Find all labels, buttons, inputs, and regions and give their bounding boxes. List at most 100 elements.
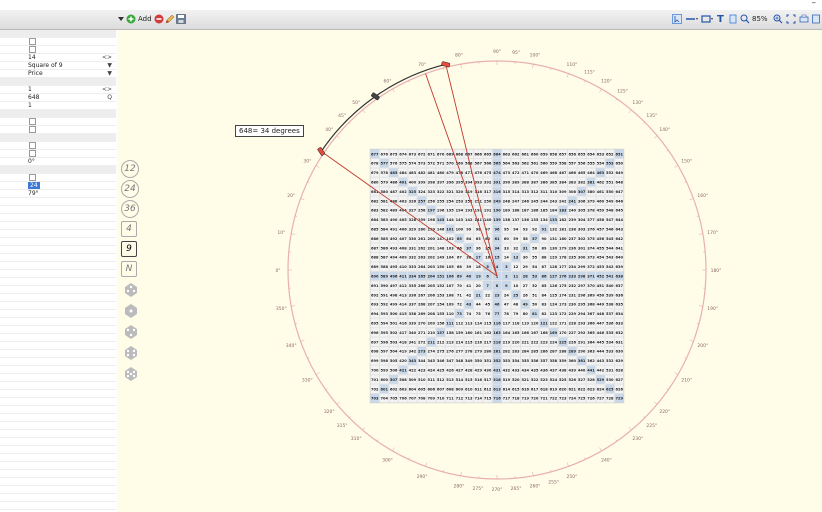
grid-number: 350 [474,359,482,363]
property-checkbox[interactable] [29,38,36,45]
grid-number: 703 [371,397,379,401]
grid-number: 545 [606,237,614,241]
property-checkbox[interactable] [29,46,36,53]
grid-number: 142 [465,218,473,222]
fit-icon [786,14,796,24]
grid-number: 202 [427,256,435,260]
grid-number: 516 [474,378,482,382]
delete-button[interactable] [154,13,164,25]
property-row[interactable]: 0° [0,158,116,166]
grid-number: 536 [606,322,614,326]
dice-icon-2[interactable] [123,303,139,319]
property-arrow-icon[interactable]: <> [102,54,112,61]
degree-tick [628,109,632,114]
zoom-button[interactable]: 85% [740,13,768,25]
grid-number: 579 [380,181,388,185]
dice-icon-4[interactable] [123,345,139,361]
grid-number: 411 [399,275,407,279]
grid-number: 233 [568,275,576,279]
grid-number: 213 [446,340,454,344]
property-checkbox[interactable] [29,126,36,133]
zoom-in-button[interactable] [773,13,783,25]
grid-number: 664 [493,152,501,156]
degree-tick [599,88,602,93]
grid-number: 343 [409,359,417,363]
property-row[interactable] [0,118,116,126]
grid-number: 676 [380,152,388,156]
dice-icon-1[interactable] [123,282,139,298]
property-row[interactable]: 1 [0,102,116,110]
zoom-level: 85% [752,15,768,23]
main-toolbar: Add T 85% [0,10,822,30]
grid-number: 385 [550,181,558,185]
degree-tick [532,471,534,476]
property-checkbox[interactable] [29,150,36,157]
chart-canvas[interactable]: 10° 20° 30° 40° 45° 50° 60° 70° 80° 90° 95° 100° 110… [117,30,822,512]
property-arrow-icon[interactable]: ▼ [107,70,112,77]
property-arrow-icon[interactable]: ▼ [107,62,112,69]
print-button[interactable] [799,13,809,25]
property-checkbox[interactable] [29,174,36,181]
property-value[interactable]: 648 [28,94,39,101]
degree-tick [689,339,694,342]
dice-icon-3[interactable] [123,324,139,340]
grid-number: 316 [493,190,501,194]
rect-tool-button[interactable] [701,13,715,25]
grid-number: 132 [550,228,558,232]
property-row[interactable] [0,46,116,54]
grid-number: 652 [606,152,614,156]
property-row[interactable] [0,142,116,150]
marker-tool-button[interactable] [729,13,738,25]
property-row[interactable] [0,126,116,134]
palette-9[interactable]: 9 [121,241,137,257]
property-arrow-icon[interactable]: <> [102,86,112,93]
edit-button[interactable] [165,13,175,25]
property-value[interactable]: 1 [28,102,32,109]
text-tool-button[interactable]: T [717,13,724,25]
palette-36[interactable]: 36 [121,200,139,218]
property-row[interactable]: 14 <> [0,54,116,62]
grid-number: 46 [494,303,500,307]
degree-tick [291,233,296,235]
settings-button[interactable] [812,13,820,25]
property-value[interactable]: 24 [28,182,40,189]
palette-N[interactable]: N [121,261,137,277]
minimize-icon[interactable]: – [812,0,817,8]
property-row[interactable]: 79° [0,190,116,198]
property-value[interactable]: 0° [28,158,35,165]
property-checkbox[interactable] [29,142,36,149]
property-row[interactable]: Square of 9 ▼ [0,62,116,70]
cursor-tool-button[interactable] [672,13,682,25]
property-arrow-icon[interactable]: Q [107,94,112,101]
grid-number: 556 [578,162,586,166]
grid-number: 499 [390,303,398,307]
property-row[interactable] [0,174,116,182]
dice-icon-5[interactable] [123,366,139,382]
add-button[interactable]: Add [126,13,152,25]
grid-number: 453 [597,265,605,269]
grid-number: 501 [390,322,398,326]
palette-24[interactable]: 24 [121,180,139,198]
property-value[interactable]: Price [28,70,43,77]
property-row[interactable] [0,38,116,46]
property-row[interactable]: 648 Q [0,94,116,102]
property-row[interactable]: 1 <> [0,86,116,94]
property-value[interactable]: Square of 9 [28,62,63,69]
fit-button[interactable] [786,13,796,25]
property-value[interactable]: 1 [28,86,32,93]
palette-4[interactable]: 4 [121,221,137,237]
property-value[interactable]: 14 [28,54,36,61]
grid-number: 719 [521,397,529,401]
grid-number: 492 [390,237,398,241]
grid-number: 506 [390,369,398,373]
line-tool-button[interactable] [685,13,699,25]
save-button[interactable] [176,13,186,25]
property-row[interactable]: 24 [0,182,116,190]
property-row[interactable] [0,150,116,158]
palette-12[interactable]: 12 [121,160,139,178]
property-value[interactable]: 79° [28,190,39,197]
dropdown-arrow-icon[interactable] [118,13,124,25]
property-checkbox[interactable] [29,118,36,125]
grid-number: 489 [390,209,398,213]
property-row[interactable]: Price ▼ [0,70,116,78]
